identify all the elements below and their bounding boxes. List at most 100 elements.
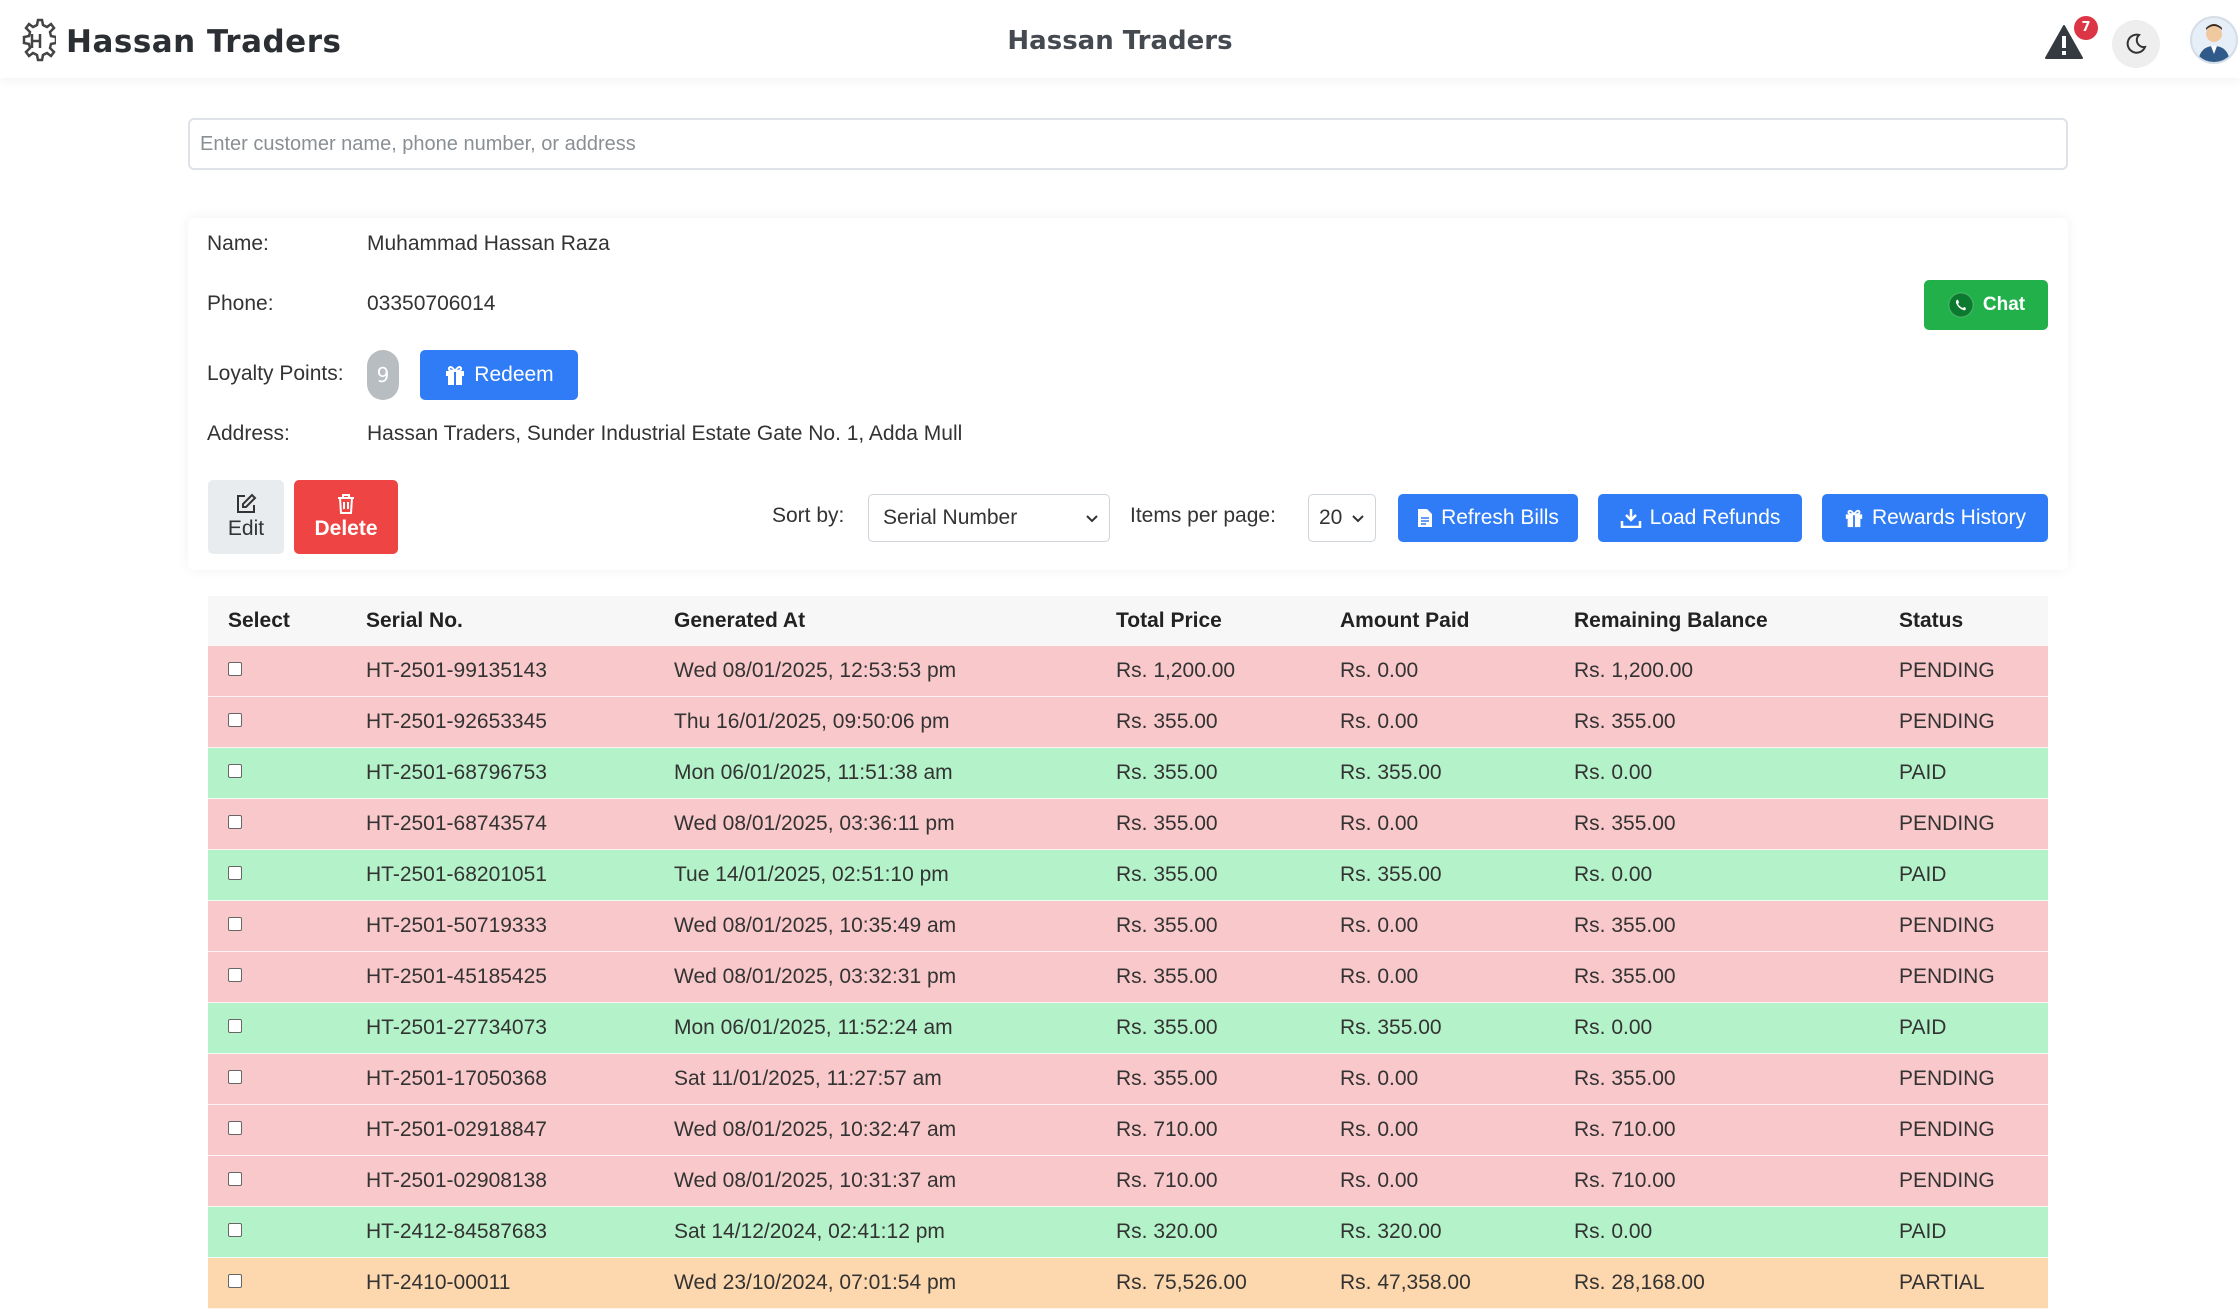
generated-at-cell: Wed 08/01/2025, 03:36:11 pm (674, 812, 955, 835)
redeem-button[interactable]: Redeem (420, 350, 578, 400)
theme-toggle-button[interactable] (2112, 20, 2160, 68)
amount-paid-cell: Rs. 355.00 (1340, 863, 1442, 886)
rewards-history-button[interactable]: Rewards History (1822, 494, 2048, 542)
refresh-bills-button[interactable]: Refresh Bills (1398, 494, 1578, 542)
row-select-checkbox[interactable] (228, 866, 242, 880)
customer-name: Muhammad Hassan Raza (367, 232, 610, 255)
row-select-checkbox[interactable] (228, 1019, 242, 1033)
select-cell (208, 917, 346, 931)
row-select-checkbox[interactable] (228, 1223, 242, 1237)
gift-icon (1845, 509, 1863, 528)
header-amount-paid[interactable]: Amount Paid (1320, 609, 1554, 633)
total-price-cell: Rs. 355.00 (1116, 1016, 1218, 1039)
customer-search-input[interactable] (188, 118, 2068, 170)
table-row[interactable]: HT-2410-00011 Wed 23/10/2024, 07:01:54 pm… (208, 1258, 2048, 1309)
table-row[interactable]: HT-2501-50719333 Wed 08/01/2025, 10:35:49… (208, 901, 2048, 952)
amount-paid-cell: Rs. 0.00 (1340, 659, 1419, 682)
table-row[interactable]: HT-2501-99135143 Wed 08/01/2025, 12:53:53… (208, 646, 2048, 697)
table-header: Select Serial No. Generated At Total Pri… (208, 596, 2048, 646)
download-icon (1620, 509, 1641, 528)
alerts-button[interactable]: 7 (2044, 16, 2098, 64)
serial-no-cell: HT-2501-45185425 (366, 965, 547, 988)
phone-label: Phone: (207, 292, 274, 315)
load-refunds-button[interactable]: Load Refunds (1598, 494, 1802, 542)
table-row[interactable]: HT-2501-68201051 Tue 14/01/2025, 02:51:10… (208, 850, 2048, 901)
status-cell: PENDING (1899, 965, 1995, 988)
edit-button[interactable]: Edit (208, 480, 284, 554)
avatar[interactable] (2190, 16, 2238, 64)
generated-at-cell: Sat 14/12/2024, 02:41:12 pm (674, 1220, 945, 1243)
remaining-balance-cell: Rs. 28,168.00 (1574, 1271, 1705, 1294)
items-per-page-select[interactable]: 20 (1308, 494, 1376, 542)
generated-at-cell: Sat 11/01/2025, 11:27:57 am (674, 1067, 942, 1090)
remaining-balance-cell: Rs. 710.00 (1574, 1169, 1676, 1192)
status-cell: PENDING (1899, 812, 1995, 835)
serial-no-cell: HT-2501-27734073 (366, 1016, 547, 1039)
generated-at-cell: Wed 23/10/2024, 07:01:54 pm (674, 1271, 957, 1294)
select-cell (208, 1019, 346, 1033)
table-row[interactable]: HT-2501-02918847 Wed 08/01/2025, 10:32:47… (208, 1105, 2048, 1156)
row-select-checkbox[interactable] (228, 815, 242, 829)
total-price-cell: Rs. 355.00 (1116, 1067, 1218, 1090)
gift-icon (446, 366, 465, 385)
total-price-cell: Rs. 1,200.00 (1116, 659, 1236, 682)
chat-button[interactable]: Chat (1924, 280, 2048, 330)
moon-icon (2126, 33, 2147, 54)
remaining-balance-cell: Rs. 0.00 (1574, 1220, 1653, 1243)
total-price-cell: Rs. 710.00 (1116, 1118, 1218, 1141)
serial-no-cell: HT-2501-92653345 (366, 710, 547, 733)
delete-button[interactable]: Delete (294, 480, 398, 554)
sort-by-select[interactable]: Serial Number (868, 494, 1110, 542)
row-select-checkbox[interactable] (228, 662, 242, 676)
sort-by-label: Sort by: (772, 504, 845, 527)
customer-phone: 03350706014 (367, 292, 496, 315)
row-select-checkbox[interactable] (228, 713, 242, 727)
row-select-checkbox[interactable] (228, 1121, 242, 1135)
table-row[interactable]: HT-2412-84587683 Sat 14/12/2024, 02:41:12… (208, 1207, 2048, 1258)
status-cell: PENDING (1899, 1067, 1995, 1090)
header-generated-at[interactable]: Generated At (654, 609, 1096, 633)
table-row[interactable]: HT-2501-68743574 Wed 08/01/2025, 03:36:11… (208, 799, 2048, 850)
table-row[interactable]: HT-2501-92653345 Thu 16/01/2025, 09:50:06… (208, 697, 2048, 748)
items-per-page-value: 20 (1319, 506, 1343, 529)
row-select-checkbox[interactable] (228, 968, 242, 982)
remaining-balance-cell: Rs. 355.00 (1574, 812, 1676, 835)
loyalty-points-badge: 9 (367, 350, 399, 400)
select-cell (208, 1274, 346, 1288)
amount-paid-cell: Rs. 320.00 (1340, 1220, 1442, 1243)
header-serial-no[interactable]: Serial No. (346, 609, 654, 633)
generated-at-cell: Thu 16/01/2025, 09:50:06 pm (674, 710, 950, 733)
trash-icon (338, 494, 354, 514)
top-navbar: Hassan Traders Hassan Traders 7 (0, 0, 2240, 78)
header-status[interactable]: Status (1879, 609, 2048, 633)
serial-no-cell: HT-2501-50719333 (366, 914, 547, 937)
status-cell: PENDING (1899, 914, 1995, 937)
serial-no-cell: HT-2501-02908138 (366, 1169, 547, 1192)
amount-paid-cell: Rs. 0.00 (1340, 914, 1419, 937)
row-select-checkbox[interactable] (228, 764, 242, 778)
amount-paid-cell: Rs. 355.00 (1340, 1016, 1442, 1039)
table-row[interactable]: HT-2501-27734073 Mon 06/01/2025, 11:52:24… (208, 1003, 2048, 1054)
bills-table: Select Serial No. Generated At Total Pri… (208, 596, 2048, 1309)
table-row[interactable]: HT-2501-45185425 Wed 08/01/2025, 03:32:31… (208, 952, 2048, 1003)
table-row[interactable]: HT-2501-17050368 Sat 11/01/2025, 11:27:57… (208, 1054, 2048, 1105)
table-row[interactable]: HT-2501-02908138 Wed 08/01/2025, 10:31:37… (208, 1156, 2048, 1207)
row-select-checkbox[interactable] (228, 1172, 242, 1186)
header-remaining-balance[interactable]: Remaining Balance (1554, 609, 1879, 633)
table-row[interactable]: HT-2501-68796753 Mon 06/01/2025, 11:51:38… (208, 748, 2048, 799)
select-cell (208, 815, 346, 829)
row-select-checkbox[interactable] (228, 917, 242, 931)
edit-icon (237, 493, 257, 513)
refresh-bills-label: Refresh Bills (1441, 506, 1559, 529)
status-cell: PAID (1899, 1220, 1947, 1243)
row-select-checkbox[interactable] (228, 1070, 242, 1084)
select-cell (208, 1223, 346, 1237)
remaining-balance-cell: Rs. 355.00 (1574, 710, 1676, 733)
total-price-cell: Rs. 710.00 (1116, 1169, 1218, 1192)
remaining-balance-cell: Rs. 0.00 (1574, 761, 1653, 784)
row-select-checkbox[interactable] (228, 1274, 242, 1288)
status-cell: PENDING (1899, 710, 1995, 733)
remaining-balance-cell: Rs. 355.00 (1574, 1067, 1676, 1090)
header-total-price[interactable]: Total Price (1096, 609, 1320, 633)
amount-paid-cell: Rs. 0.00 (1340, 1067, 1419, 1090)
